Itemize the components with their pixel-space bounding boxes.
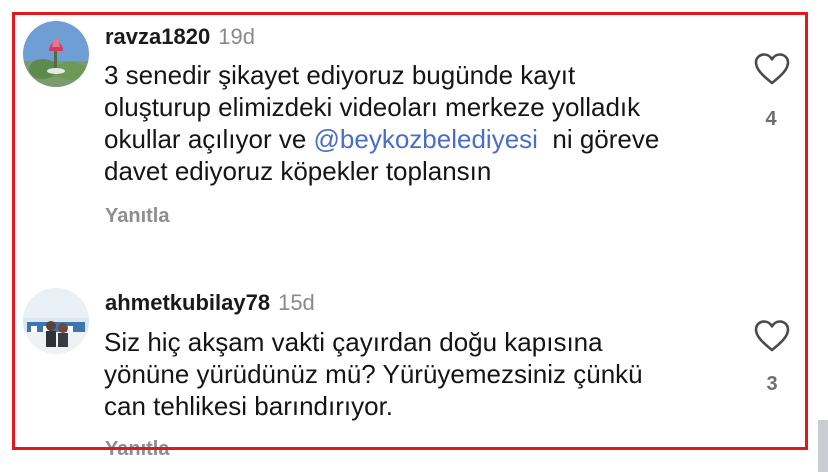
username[interactable]: ravza1820 [105,24,210,49]
comment-text: Siz hiç akşam vakti çayırdan doğu kapısı… [104,326,643,422]
like-count: 3 [766,373,778,395]
username[interactable]: ahmetkubilay78 [105,290,270,315]
reply-button[interactable]: Yanıtla [105,438,169,461]
window-edge [818,420,828,472]
comment-line-post: ni göreve [537,124,660,154]
comment-age: 15d [278,290,315,315]
comment-age: 19d [218,24,255,49]
comment-text: 3 senedir şikayet ediyoruz bugünde kayıt… [104,59,659,187]
like-count: 4 [765,108,777,130]
comment-line: can tehlikesi barındırıyor. [104,391,394,421]
comment-line: oluşturup elimizdeki videoları merkeze y… [104,92,641,122]
comment-line: yönüne yürüdünüz mü? Yürüyemezsiniz çünk… [104,359,643,389]
reply-button[interactable]: Yanıtla [105,205,169,228]
heart-icon[interactable] [753,52,791,86]
comment-header: ahmetkubilay78 15d [105,290,315,316]
avatar[interactable] [23,21,89,87]
comment-line: Siz hiç akşam vakti çayırdan doğu kapısı… [104,327,603,357]
comment-line: davet ediyoruz köpekler toplansın [104,156,492,186]
comment-line: 3 senedir şikayet ediyoruz bugünde kayıt [104,60,576,90]
comment-header: ravza1820 19d [105,24,255,50]
avatar[interactable] [23,288,89,354]
comment-line-pre: okullar açılıyor ve [104,124,314,154]
mention-link[interactable]: @beykozbelediyesi [314,124,538,154]
heart-icon[interactable] [753,319,791,353]
